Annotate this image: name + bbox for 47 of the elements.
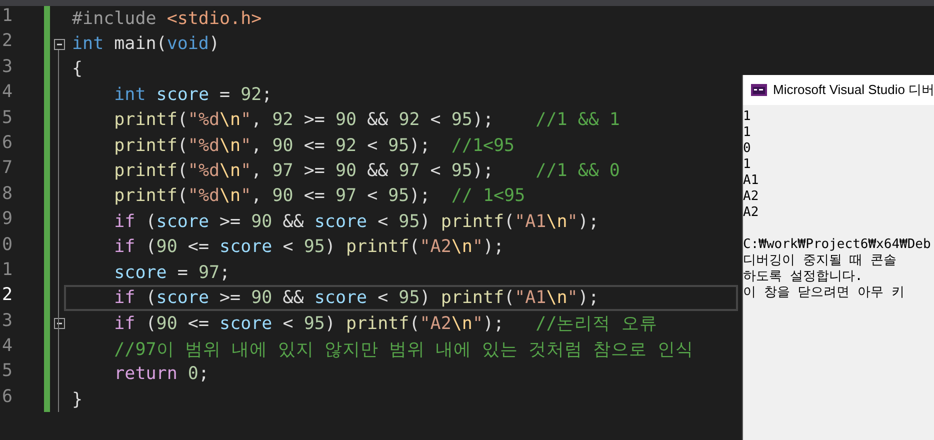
console-output-line: 1 bbox=[743, 157, 752, 173]
line-number: 5 bbox=[1, 361, 14, 384]
line-number: 4 bbox=[1, 82, 14, 104]
console-output-line: 0 bbox=[743, 141, 752, 157]
console-message-line: 하도록 설정합니다. bbox=[743, 269, 864, 285]
console-output-line: A2 bbox=[743, 189, 760, 205]
console-output-line: 1 bbox=[743, 125, 752, 141]
console-message-line: C:₩work₩Project6₩x64₩Deb bbox=[743, 237, 932, 253]
console-output-line: A1 bbox=[743, 173, 760, 189]
code-line: if (90 <= score < 95) printf("A2\n"); //논리적 오류 bbox=[113, 313, 658, 336]
collapse-icon[interactable] bbox=[54, 318, 64, 329]
code-line: printf("%d\n", 92 >= 90 && 92 < 95); //1 && 1 bbox=[113, 110, 620, 130]
code-line: int main(void) bbox=[72, 34, 220, 54]
line-number: 0 bbox=[1, 234, 14, 257]
line-number: 2 bbox=[1, 285, 14, 308]
line-number: 9 bbox=[1, 209, 14, 232]
code-line: if (90 <= score < 95) printf("A2\n"); bbox=[113, 237, 504, 258]
line-number: 1 bbox=[1, 260, 14, 282]
line-number: 2 bbox=[1, 31, 14, 54]
console-output-line: A2 bbox=[743, 205, 760, 221]
code-line: { bbox=[72, 59, 83, 80]
line-number: 3 bbox=[1, 310, 14, 333]
code-line: printf("%d\n", 90 <= 97 < 95); // 1<95 bbox=[113, 186, 526, 206]
code-line: if (score >= 90 && score < 95) printf("A1\n"); bbox=[113, 288, 599, 308]
console-title: Microsoft Visual Studio 디버 bbox=[773, 81, 934, 99]
line-number: 8 bbox=[1, 184, 14, 206]
code-line: return 0; bbox=[113, 364, 209, 384]
console-message-line: 이 창을 닫으려면 아무 키 bbox=[743, 285, 906, 301]
collapse-icon[interactable] bbox=[54, 38, 64, 50]
line-number: 4 bbox=[1, 336, 14, 358]
code-line: printf("%d\n", 97 >= 90 && 97 < 95); //1 && 0 bbox=[113, 161, 620, 182]
line-number: 7 bbox=[1, 158, 14, 180]
console-icon bbox=[751, 84, 767, 96]
code-line: } bbox=[72, 390, 83, 410]
line-number: 6 bbox=[1, 132, 14, 155]
code-line: //97이 범위 내에 있지 않지만 범위 내에 있는 것처럼 참으로 인식 bbox=[113, 338, 694, 361]
line-number: 5 bbox=[1, 108, 14, 130]
line-number: 1 bbox=[1, 6, 14, 28]
line-number: 3 bbox=[1, 56, 14, 79]
code-line: score = 97; bbox=[113, 262, 230, 283]
code-line: #include <stdio.h> bbox=[72, 8, 262, 29]
console-message-line: 디버깅이 중지될 때 콘솔 bbox=[743, 253, 898, 269]
code-line: int score = 92; bbox=[113, 84, 272, 105]
console-output-line: 1 bbox=[743, 109, 752, 125]
line-number: 6 bbox=[1, 386, 14, 409]
code-line: if (score >= 90 && score < 95) printf("A1\n"); bbox=[113, 212, 599, 232]
code-line: printf("%d\n", 90 <= 92 < 95); //1<95 bbox=[113, 136, 515, 156]
